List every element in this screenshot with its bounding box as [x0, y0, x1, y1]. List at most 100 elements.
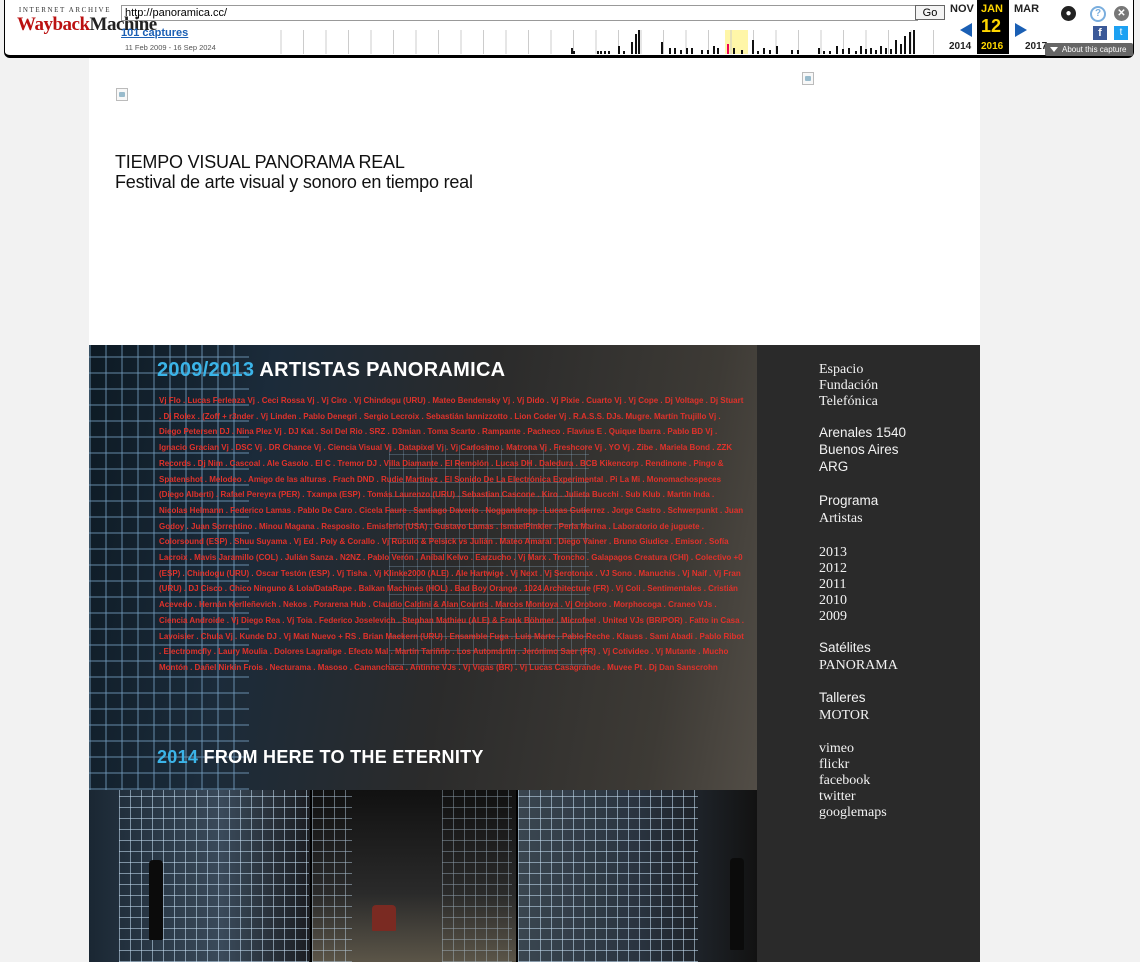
- next-month[interactable]: MAR: [1014, 3, 1039, 15]
- capture-bar: [797, 50, 799, 54]
- address-block: Arenales 1540 Buenos Aires ARG: [819, 424, 906, 475]
- go-button[interactable]: Go: [915, 5, 945, 20]
- about-capture-button[interactable]: About this capture: [1045, 43, 1133, 56]
- capture-bar: [829, 51, 831, 54]
- capture-bar: [900, 44, 902, 54]
- capture-bar: [691, 48, 693, 54]
- close-icon[interactable]: ✕: [1114, 6, 1129, 21]
- capture-bar: [623, 51, 625, 54]
- capture-bar: [870, 48, 872, 54]
- capture-bar: [818, 48, 820, 54]
- capture-bar: [769, 50, 771, 54]
- satellites-label: Satélites: [819, 640, 871, 655]
- capture-bar: [763, 48, 765, 54]
- capture-bar: [890, 49, 892, 54]
- capture-bar: [686, 48, 688, 54]
- googlemaps-link[interactable]: googlemaps: [819, 805, 887, 821]
- page-subtitle: Festival de arte visual y sonoro en tiem…: [115, 172, 473, 192]
- venue-line: Fundación: [819, 378, 879, 393]
- capture-bar: [631, 42, 633, 54]
- photo-strip: [89, 790, 757, 962]
- capture-bar: [848, 48, 850, 54]
- next-year[interactable]: 2017: [1025, 41, 1047, 52]
- prev-year[interactable]: 2014: [949, 41, 971, 52]
- vimeo-link[interactable]: vimeo: [819, 741, 887, 757]
- wayback-toolbar: INTERNET ARCHIVE WaybackMachine http://p…: [4, 0, 1134, 58]
- capture-bar: [733, 48, 735, 54]
- workshops-label: Talleres: [819, 690, 866, 705]
- prev-month[interactable]: NOV: [950, 3, 974, 15]
- prev-capture-arrow-icon[interactable]: [960, 23, 972, 37]
- social-block: vimeo flickr facebook twitter googlemaps: [819, 741, 887, 821]
- person-silhouette: [729, 858, 744, 950]
- capture-bar: [674, 48, 676, 54]
- capture-bar: [669, 48, 671, 54]
- projection-grid: [517, 790, 698, 962]
- capture-bar: [608, 51, 610, 54]
- address-line: Arenales 1540: [819, 425, 907, 440]
- capture-bar: [913, 30, 915, 54]
- page-content: TIEMPO VISUAL PANORAMA REAL Festival de …: [89, 58, 980, 962]
- poster-title: 2009/2013 ARTISTAS PANORAMICA: [157, 359, 506, 381]
- capture-bar: [875, 50, 877, 54]
- capture-bar: [791, 50, 793, 54]
- projection-grid: [442, 790, 513, 962]
- year-link-2010[interactable]: 2010: [819, 593, 847, 609]
- capture-bar: [865, 49, 867, 54]
- year-link-2013[interactable]: 2013: [819, 545, 847, 561]
- projection-grid: [312, 790, 353, 962]
- current-day: 12: [981, 16, 1002, 36]
- facebook-icon[interactable]: f: [1093, 26, 1107, 40]
- capture-bar: [604, 51, 606, 54]
- wayback-logo[interactable]: INTERNET ARCHIVE WaybackMachine: [17, 6, 157, 46]
- installation-photo: [310, 790, 516, 962]
- capture-bar: [571, 48, 573, 54]
- capture-bar: [885, 48, 887, 54]
- captures-link[interactable]: 101 captures: [121, 27, 188, 39]
- artists-link[interactable]: Artistas: [819, 511, 878, 527]
- capture-bar: [618, 46, 620, 54]
- capture-bar: [842, 49, 844, 54]
- wayback-logo-main: WaybackMachine: [17, 14, 157, 35]
- address-line: Buenos Aires: [819, 442, 899, 457]
- capture-bar: [895, 40, 897, 54]
- capture-bar: [860, 46, 862, 54]
- workshops-block: Talleres MOTOR: [819, 689, 869, 724]
- capture-bar: [707, 50, 709, 54]
- next-capture-arrow-icon[interactable]: [1015, 23, 1027, 37]
- capture-bar: [909, 32, 911, 54]
- flickr-link[interactable]: flickr: [819, 757, 887, 773]
- capture-bar: [741, 50, 743, 54]
- year-link-2011[interactable]: 2011: [819, 577, 847, 593]
- help-icon[interactable]: ?: [1090, 6, 1106, 22]
- capture-bar: [600, 51, 602, 54]
- broken-image-icon: [802, 72, 814, 85]
- capture-bar: [823, 51, 825, 54]
- capture-date-range: 11 Feb 2009 - 16 Sep 2024: [125, 43, 216, 52]
- url-input[interactable]: http://panoramica.cc/: [121, 5, 918, 21]
- year-link-2009[interactable]: 2009: [819, 609, 847, 625]
- capture-bar: [757, 51, 759, 54]
- twitter-link[interactable]: twitter: [819, 789, 887, 805]
- years-block: 2013 2012 2011 2010 2009: [819, 545, 847, 625]
- current-year: 2016: [981, 41, 1004, 52]
- facebook-link[interactable]: facebook: [819, 773, 887, 789]
- motor-link[interactable]: MOTOR: [819, 708, 869, 724]
- panorama-link[interactable]: PANORAMA: [819, 658, 898, 674]
- year-link-2012[interactable]: 2012: [819, 561, 847, 577]
- hero-section: 2009/2013 ARTISTAS PANORAMICA Vj Flo . L…: [89, 345, 980, 962]
- twitter-icon[interactable]: t: [1114, 26, 1128, 40]
- program-link[interactable]: Programa: [819, 492, 878, 509]
- capture-bar: [713, 46, 715, 54]
- satellites-block: Satélites PANORAMA: [819, 639, 898, 674]
- venue-line: Telefónica: [819, 394, 878, 409]
- capture-bar: [638, 30, 640, 54]
- capture-bar: [880, 46, 882, 54]
- capture-bar: [776, 46, 778, 54]
- capture-sparkline[interactable]: [273, 26, 949, 54]
- user-icon[interactable]: ●: [1061, 6, 1076, 21]
- capture-bar: [661, 42, 663, 54]
- person-silhouette: [372, 905, 397, 931]
- person-silhouette: [149, 860, 163, 940]
- chevron-down-icon: [1050, 47, 1058, 53]
